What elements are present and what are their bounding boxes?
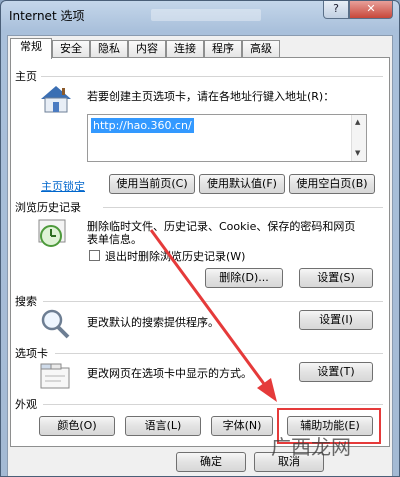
tab-privacy[interactable]: 隐私 <box>90 40 128 58</box>
tab-advanced[interactable]: 高级 <box>242 40 280 58</box>
general-panel: 主页 若要创建主页选项卡，请在各地址行键入地址(R)： http://hao.3… <box>10 57 390 447</box>
title-bar: Internet 选项 ? ✕ <box>1 1 399 29</box>
dialog-client: 常规 安全 隐私 内容 连接 程序 高级 主页 若要创建主页选项卡，请在各地址行… <box>7 35 393 476</box>
tab-security[interactable]: 安全 <box>52 40 90 58</box>
window-title: Internet 选项 <box>9 9 85 23</box>
tab-programs[interactable]: 程序 <box>204 40 242 58</box>
watermark: 广西龙网 <box>271 435 351 459</box>
title-blur <box>151 9 261 21</box>
ok-button[interactable]: 确定 <box>176 452 246 472</box>
tab-connections[interactable]: 连接 <box>166 40 204 58</box>
tab-content[interactable]: 内容 <box>128 40 166 58</box>
help-button[interactable]: ? <box>323 1 349 19</box>
annotation-arrow-icon <box>149 229 277 402</box>
internet-options-window: Internet 选项 ? ✕ 常规 安全 隐私 内容 连接 程序 高级 主页 … <box>0 0 400 477</box>
tab-general[interactable]: 常规 <box>10 38 52 59</box>
close-button[interactable]: ✕ <box>349 1 393 19</box>
